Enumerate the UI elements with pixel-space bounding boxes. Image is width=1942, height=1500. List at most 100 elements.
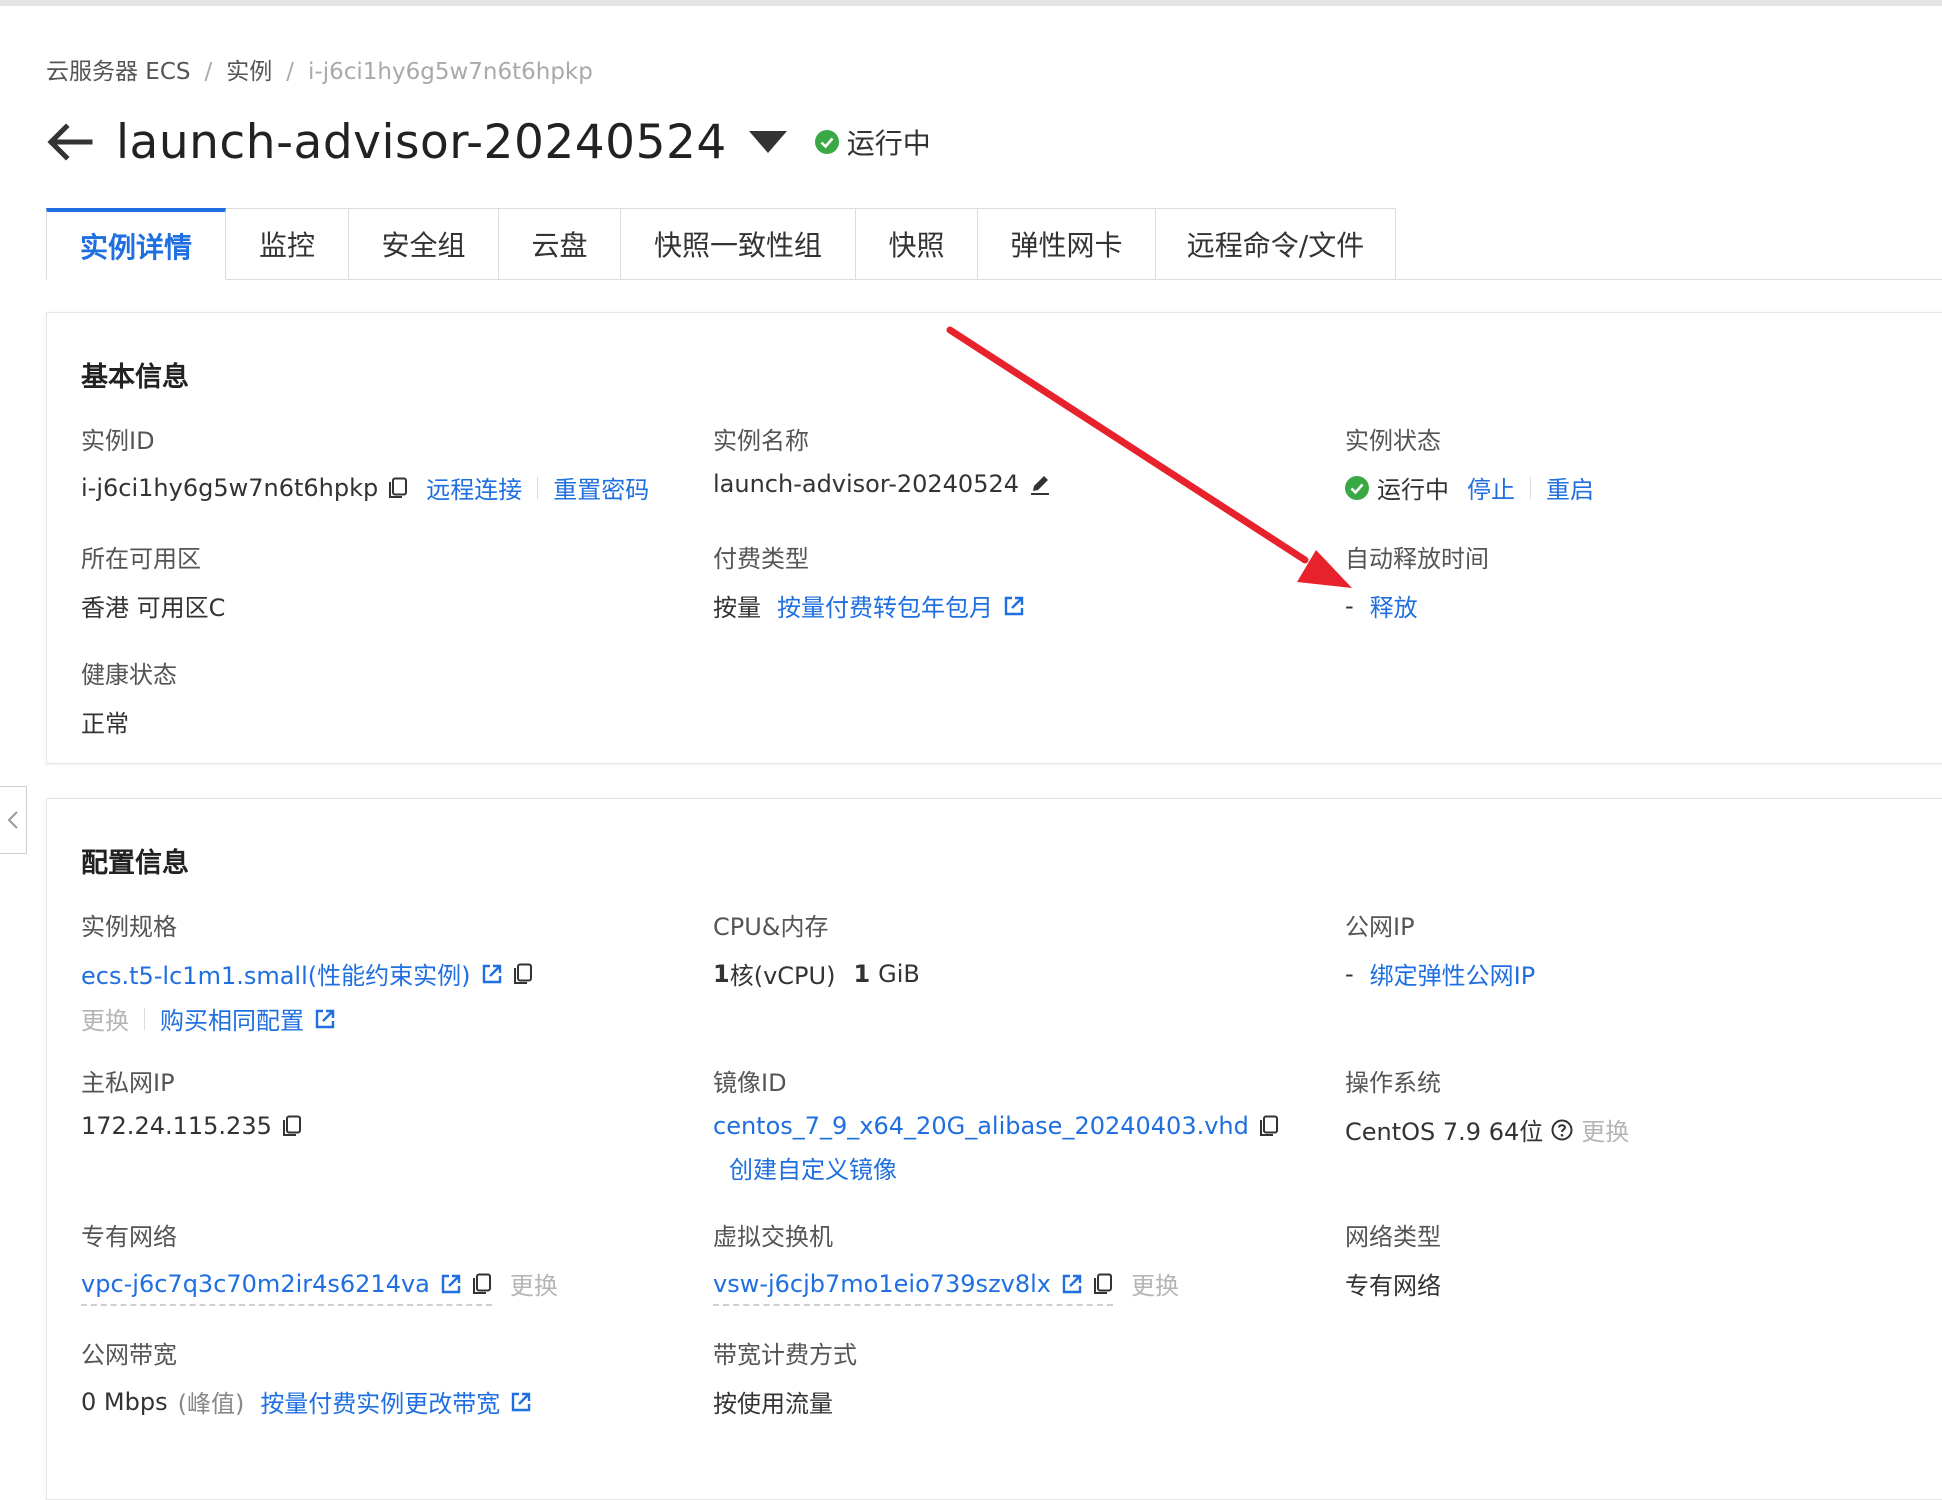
tab-monitoring[interactable]: 监控 [226,208,349,280]
spec-link[interactable]: ecs.t5-lc1m1.small(性能约束实例) [81,956,471,991]
stop-link[interactable]: 停止 [1467,470,1515,505]
label: 网络类型 [1345,1223,1441,1251]
vpc-link[interactable]: vpc-j6c7q3c70m2ir4s6214va [81,1270,430,1298]
bandwidth-billing-value: 按使用流量 [713,1390,833,1418]
auto-release-value: - [1345,591,1354,620]
change-os-link[interactable]: 更换 [1581,1112,1629,1147]
check-circle-icon [1345,475,1369,500]
change-spec-link[interactable]: 更换 [81,1001,129,1036]
breadcrumb-separator: / [286,59,295,85]
label: 实例规格 [81,913,177,941]
label: 实例ID [81,427,155,455]
release-link[interactable]: 释放 [1370,588,1418,623]
breadcrumb-separator: / [204,59,213,85]
copy-icon[interactable] [388,477,408,499]
field-instance-name: 实例名称 launch-advisor-20240524 [713,421,1051,498]
field-network-type: 网络类型 专有网络 [1345,1217,1441,1301]
field-bandwidth-billing: 带宽计费方式 按使用流量 [713,1335,857,1419]
bandwidth-peak-note: (峰值) [177,1390,245,1418]
label: 所在可用区 [81,545,201,573]
cpu-unit: 核(vCPU) [729,962,836,990]
label: 健康状态 [81,661,177,689]
memory-size: 1 [853,959,871,988]
tab-disks[interactable]: 云盘 [499,208,621,280]
cpu-count: 1 [713,959,730,988]
label: 自动释放时间 [1345,545,1489,573]
bandwidth-value: 0 Mbps [81,1387,168,1416]
health-value: 正常 [81,710,129,738]
field-image-id: 镜像ID centos_7_9_x64_20G_alibase_20240403… [713,1063,1279,1185]
field-bandwidth: 公网带宽 0 Mbps (峰值) 按量付费实例更改带宽 [81,1335,532,1419]
edit-icon[interactable] [1029,473,1051,495]
change-vpc-link[interactable]: 更换 [510,1266,558,1309]
external-link-icon[interactable] [314,1008,336,1030]
change-bandwidth-link[interactable]: 按量付费实例更改带宽 [260,1384,500,1419]
check-circle-icon [814,130,839,154]
copy-icon[interactable] [513,963,533,985]
chevron-left-icon [7,811,18,829]
top-border [0,0,1942,6]
help-circle-icon[interactable] [1551,1119,1573,1141]
change-vswitch-link[interactable]: 更换 [1131,1266,1179,1309]
field-instance-status: 实例状态 运行中 停止 重启 [1345,421,1594,505]
billing-value: 按量 [713,594,761,622]
tab-security-group[interactable]: 安全组 [349,208,499,280]
chevron-down-icon[interactable] [748,131,787,153]
section-title-config: 配置信息 [81,848,189,879]
divider [537,476,539,499]
back-arrow-icon[interactable] [46,122,94,162]
convert-to-subscription-link[interactable]: 按量付费转包年包月 [777,588,993,623]
label: 实例名称 [713,427,809,455]
label: 主私网IP [81,1069,175,1097]
label: 专有网络 [81,1223,177,1251]
label: 操作系统 [1345,1069,1441,1097]
external-link-icon[interactable] [481,963,503,985]
sidebar-toggle[interactable] [0,786,27,854]
restart-link[interactable]: 重启 [1546,470,1594,505]
external-link-icon[interactable] [440,1273,462,1295]
os-value: CentOS 7.9 64位 [1345,1118,1544,1146]
status-text: 运行中 [846,127,931,160]
create-custom-image-link[interactable]: 创建自定义镜像 [729,1150,897,1185]
page-title: launch-advisor-20240524 [116,114,727,170]
field-zone: 所在可用区 香港 可用区C [81,539,225,623]
tab-instance-details[interactable]: 实例详情 [46,208,226,280]
label: 带宽计费方式 [713,1341,857,1369]
tab-eni[interactable]: 弹性网卡 [978,208,1156,280]
copy-icon[interactable] [282,1115,302,1137]
field-spec: 实例规格 ecs.t5-lc1m1.small(性能约束实例) 更换 购买相同配… [81,907,533,1036]
vswitch-link[interactable]: vsw-j6cjb7mo1eio739szv8lx [713,1270,1051,1298]
external-link-icon[interactable] [510,1391,532,1413]
label: 公网带宽 [81,1341,177,1369]
tabs-divider [1396,279,1942,280]
divider [144,1007,145,1030]
copy-icon[interactable] [472,1273,492,1295]
copy-icon[interactable] [1259,1115,1279,1137]
buy-same-config-link[interactable]: 购买相同配置 [160,1001,304,1036]
remote-connect-link[interactable]: 远程连接 [426,470,522,505]
tab-snapshot-consistency-group[interactable]: 快照一致性组 [621,208,856,280]
field-auto-release: 自动释放时间 - 释放 [1345,539,1489,623]
reset-password-link[interactable]: 重置密码 [553,470,649,505]
copy-icon[interactable] [1093,1273,1113,1295]
label: 实例状态 [1345,427,1441,455]
breadcrumb-current: i-j6ci1hy6g5w7n6t6hpkp [308,59,593,85]
instance-status-value: 运行中 [1377,476,1449,504]
external-link-icon[interactable] [1061,1273,1083,1295]
tab-snapshots[interactable]: 快照 [856,208,978,280]
breadcrumb-instances[interactable]: 实例 [226,59,272,85]
status-badge: 运行中 [814,122,931,162]
divider [1530,476,1531,499]
field-vpc: 专有网络 vpc-j6c7q3c70m2ir4s6214va 更换 [81,1217,558,1309]
field-vswitch: 虚拟交换机 vsw-j6cjb7mo1eio739szv8lx 更换 [713,1217,1179,1309]
public-ip-value: - [1345,959,1354,988]
bind-eip-link[interactable]: 绑定弹性公网IP [1370,956,1536,991]
zone-value: 香港 可用区C [81,594,226,622]
image-id-link[interactable]: centos_7_9_x64_20G_alibase_20240403.vhd [713,1112,1249,1140]
private-ip-value: 172.24.115.235 [81,1112,272,1140]
instance-id-value: i-j6ci1hy6g5w7n6t6hpkp [81,473,379,502]
breadcrumb-ecs[interactable]: 云服务器 ECS [46,59,191,85]
label: 公网IP [1345,913,1415,941]
tab-remote-commands[interactable]: 远程命令/文件 [1156,208,1396,280]
external-link-icon[interactable] [1003,595,1025,617]
